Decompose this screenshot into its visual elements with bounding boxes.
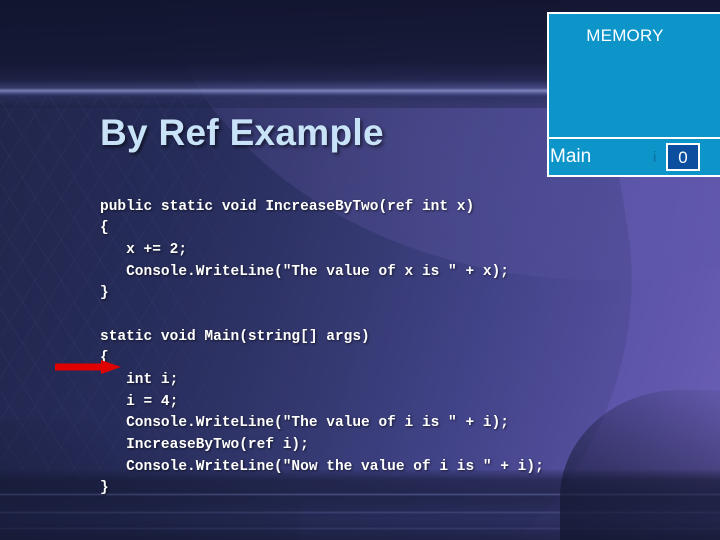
slide-title: By Ref Example [100,112,384,153]
execution-pointer-arrow-icon [55,360,121,374]
memory-stack-frame-main: Main i 0 [549,137,720,175]
slide-canvas: By Ref Example public static void Increa… [0,0,720,540]
variable-value-box-i: 0 [666,143,700,171]
variable-label-i: i [653,149,657,166]
memory-panel-title: MEMORY [586,26,664,45]
stack-frame-label: Main [550,146,592,167]
code-block-increase-by-two: public static void IncreaseByTwo(ref int… [100,198,509,302]
memory-diagram-panel: MEMORY Main i 0 [547,12,720,177]
code-block-main: static void Main(string[] args) { int i;… [100,328,544,497]
